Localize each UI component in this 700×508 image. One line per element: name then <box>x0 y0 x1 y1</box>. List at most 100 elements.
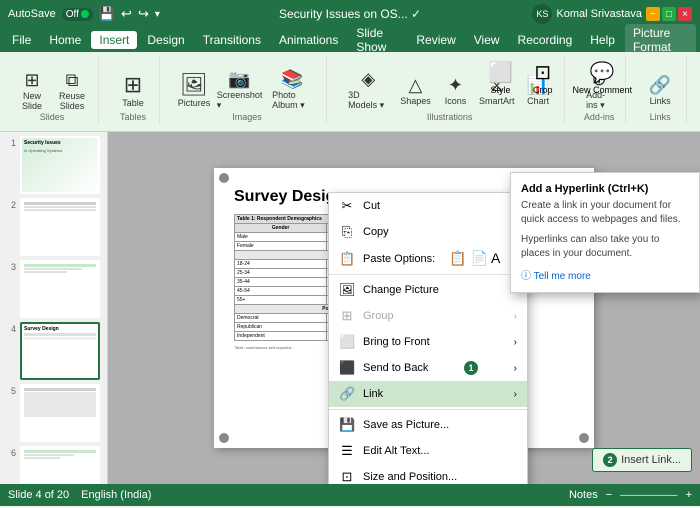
zoom-minus[interactable]: − <box>606 489 612 501</box>
minimize-button[interactable]: − <box>646 7 660 21</box>
slide-thumb-4[interactable]: 4 Survey Design <box>4 322 103 380</box>
slide-info: Slide 4 of 20 <box>8 489 69 501</box>
slide-img-4: Survey Design <box>20 322 100 380</box>
ctx-change-picture[interactable]: 🖼 Change Picture › <box>329 277 527 303</box>
ribbon-group-slides: ⊞ New Slide ⧉ Reuse Slides Slides <box>6 56 99 124</box>
ctx-paste[interactable]: 📋 Paste Options: 📋 📄 A <box>329 245 527 272</box>
context-menu: ✂ Cut ⎘ Copy 📋 Paste Options: 📋 📄 A 🖼 Ch… <box>328 192 528 484</box>
new-slide-button[interactable]: ⊞ New Slide <box>14 67 50 114</box>
pin-bottomright <box>579 433 589 443</box>
link-icon: 🔗 <box>339 386 355 402</box>
ctx-group[interactable]: ⊞ Group › <box>329 303 527 329</box>
edit-alt-icon: ☰ <box>339 443 355 459</box>
menu-review[interactable]: Review <box>408 31 463 49</box>
save-icon[interactable]: 💾 <box>99 6 115 22</box>
menu-help[interactable]: Help <box>582 31 623 49</box>
user-avatar: KS <box>532 4 552 24</box>
links-button[interactable]: 🔗 Links <box>642 72 678 109</box>
slide-panel: 1 Security Issues in Operating Systems 2… <box>0 132 108 484</box>
slide-thumb-2[interactable]: 2 <box>4 198 103 256</box>
copy-icon: ⎘ <box>339 224 355 240</box>
photo-album-icon: 📚 <box>281 69 303 90</box>
menu-transitions[interactable]: Transitions <box>195 31 269 49</box>
reuse-slides-button[interactable]: ⧉ Reuse Slides <box>54 67 90 114</box>
group-icon: ⊞ <box>339 308 355 324</box>
redo-icon[interactable]: ↪ <box>138 6 149 22</box>
ctx-change-picture-label: Change Picture <box>363 284 439 296</box>
autosave-state: Off <box>66 9 79 20</box>
notes-button[interactable]: Notes <box>569 489 598 501</box>
ribbon-group-images: 🖼 Pictures 📷 Screenshot ▾ 📚 Photo Album … <box>168 56 327 124</box>
links-label: Links <box>650 96 671 106</box>
icons-button[interactable]: ✦ Icons <box>437 72 473 109</box>
links-group-label: Links <box>650 112 671 122</box>
user-name: Komal Srivastava <box>556 8 642 20</box>
pin-bottomleft <box>219 433 229 443</box>
menu-view[interactable]: View <box>466 31 508 49</box>
addins-group-label: Add-ins <box>584 112 615 122</box>
shapes-button[interactable]: △ Shapes <box>397 72 433 109</box>
link-arrow: › <box>514 389 517 400</box>
zoom-plus[interactable]: + <box>686 489 692 501</box>
autosave-toggle[interactable]: Off <box>62 8 93 21</box>
ctx-send-back-label: Send to Back <box>363 362 428 374</box>
shapes-label: Shapes <box>400 96 431 106</box>
toggle-circle <box>81 10 89 18</box>
style-icon: ⬜ <box>488 60 513 85</box>
screenshot-button[interactable]: 📷 Screenshot ▾ <box>216 66 263 114</box>
links-icon: 🔗 <box>649 75 671 96</box>
send-back-arrow: › <box>514 363 517 374</box>
menu-insert[interactable]: Insert <box>91 31 137 49</box>
menu-recording[interactable]: Recording <box>510 31 581 49</box>
table-button[interactable]: ⊞ Table <box>115 69 151 111</box>
3d-models-button[interactable]: ◈ 3D Models ▾ <box>343 66 393 114</box>
menu-file[interactable]: File <box>4 31 39 49</box>
style-label: Style <box>491 85 511 95</box>
ctx-link[interactable]: 🔗 Link › <box>329 381 527 407</box>
photo-album-button[interactable]: 📚 Photo Album ▾ <box>267 66 318 114</box>
tooltip-link[interactable]: ⓘ Tell me more <box>521 271 591 282</box>
pictures-icon: 🖼 <box>180 72 208 98</box>
ctx-send-back[interactable]: ⬛ Send to Back 1 › <box>329 355 527 381</box>
paste-icon: 📋 <box>339 251 355 267</box>
menu-animations[interactable]: Animations <box>271 31 346 49</box>
main-area: 1 Security Issues in Operating Systems 2… <box>0 132 700 484</box>
ctx-copy-label: Copy <box>363 226 389 238</box>
images-group-label: Images <box>232 112 262 122</box>
ctx-copy[interactable]: ⎘ Copy <box>329 219 527 245</box>
customize-icon[interactable]: ▾ <box>155 9 160 20</box>
slide-img-3 <box>20 260 100 318</box>
menu-home[interactable]: Home <box>41 31 89 49</box>
ctx-size-position[interactable]: ⊡ Size and Position... <box>329 464 527 484</box>
menu-design[interactable]: Design <box>139 31 192 49</box>
ribbon: ⬜ Style ⊡ Crop 💬 New Comment ⊞ New Slide… <box>0 52 700 132</box>
ctx-link-label: Link <box>363 388 383 400</box>
close-button[interactable]: × <box>678 7 692 21</box>
canvas-area: Survey Design Table 1: Respondent Demogr… <box>108 132 700 484</box>
crop-button[interactable]: ⊡ Crop <box>525 56 561 99</box>
ctx-edit-alt[interactable]: ☰ Edit Alt Text... <box>329 438 527 464</box>
slide-thumb-1[interactable]: 1 Security Issues in Operating Systems <box>4 136 103 194</box>
ctx-edit-alt-label: Edit Alt Text... <box>363 445 429 457</box>
slide-thumb-3[interactable]: 3 <box>4 260 103 318</box>
slide-thumb-5[interactable]: 5 <box>4 384 103 442</box>
style-button[interactable]: ⬜ Style <box>480 56 521 99</box>
slide-thumb-6[interactable]: 6 <box>4 446 103 484</box>
crop-label: Crop <box>533 85 553 95</box>
insert-link-button[interactable]: 2 Insert Link... <box>592 448 692 472</box>
slide-img-2 <box>20 198 100 256</box>
table-label: Table <box>122 98 144 108</box>
slides-group-label: Slides <box>40 112 65 122</box>
new-slide-icon: ⊞ <box>24 70 39 91</box>
ctx-bring-front[interactable]: ⬜ Bring to Front › <box>329 329 527 355</box>
new-comment-button[interactable]: 💬 New Comment <box>564 56 640 99</box>
ctx-save-picture[interactable]: 💾 Save as Picture... <box>329 412 527 438</box>
crop-icon: ⊡ <box>534 60 551 85</box>
pictures-button[interactable]: 🖼 Pictures <box>176 69 212 111</box>
paste-options-icons: 📋 📄 A <box>449 250 500 267</box>
photo-album-label: Photo Album ▾ <box>272 90 313 111</box>
maximize-button[interactable]: □ <box>662 7 676 21</box>
ctx-cut[interactable]: ✂ Cut <box>329 193 527 219</box>
undo-icon[interactable]: ↩ <box>121 6 132 22</box>
bring-front-icon: ⬜ <box>339 334 355 350</box>
